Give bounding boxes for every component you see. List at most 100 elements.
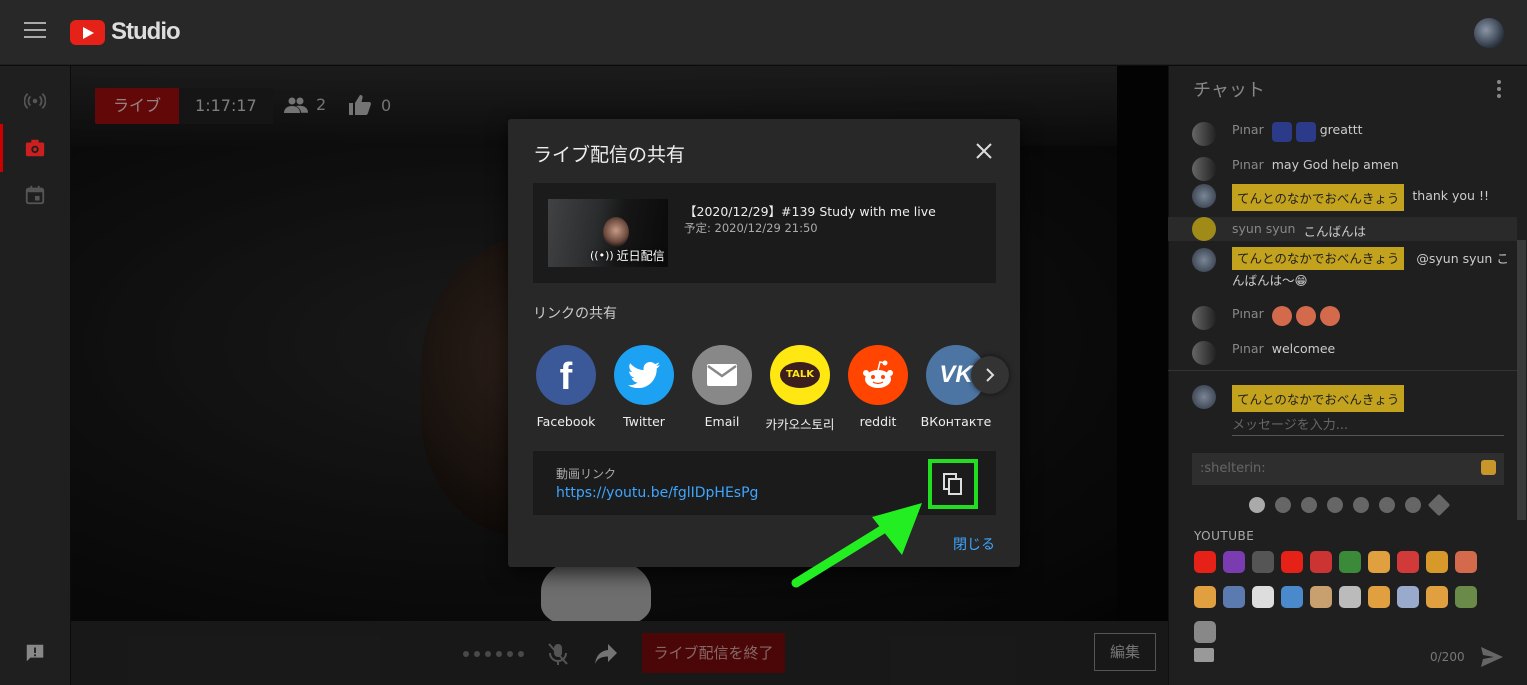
share-facebook[interactable]: f Facebook xyxy=(527,345,605,429)
composer-author: てんとのなかでおべんきょう xyxy=(1232,385,1405,412)
chat-message-input[interactable]: メッセージを入力... xyxy=(1232,414,1504,436)
avatar xyxy=(1192,217,1216,241)
emoji-icon[interactable] xyxy=(1455,586,1477,608)
emoji-icon[interactable] xyxy=(1252,551,1274,573)
more-vert-icon[interactable] xyxy=(1497,80,1501,101)
account-avatar[interactable] xyxy=(1474,18,1504,48)
share-section-label: リンクの共有 xyxy=(533,306,617,322)
emoji-section-label: YOUTUBE xyxy=(1194,529,1255,543)
emoji-icon[interactable] xyxy=(1194,621,1216,643)
emoji-search-input[interactable]: :shelterin: xyxy=(1192,453,1504,485)
emoji-icon[interactable] xyxy=(1368,551,1390,573)
youtube-emoji-icon[interactable] xyxy=(1281,551,1303,573)
emoji-icon xyxy=(1319,306,1340,326)
chat-text: may God help amen xyxy=(1271,157,1399,172)
share-next-button[interactable] xyxy=(971,356,1009,394)
upcoming-label: 近日配信 xyxy=(616,249,665,263)
share-email[interactable]: Email xyxy=(683,345,761,429)
emoji-icon[interactable] xyxy=(1426,586,1448,608)
studio-logo[interactable]: Studio xyxy=(70,18,181,46)
chat-author: Pınar xyxy=(1232,122,1264,137)
emoji-icon xyxy=(1295,306,1316,326)
chat-text: welcomee xyxy=(1271,341,1336,356)
share-label: ВКонтакте xyxy=(920,414,992,429)
share-label: 카카오스토리 xyxy=(765,417,835,432)
chat-message: syun syun こんばんは xyxy=(1168,217,1517,241)
people-category-icon[interactable] xyxy=(1249,497,1265,513)
heart-emoji-icon[interactable] xyxy=(1397,551,1419,573)
logo-text: Studio xyxy=(111,18,181,45)
avatar xyxy=(1192,184,1216,208)
emoji-icon[interactable] xyxy=(1310,586,1332,608)
avatar xyxy=(1192,248,1216,272)
chat-scrollbar[interactable] xyxy=(1517,240,1526,520)
chat-author: syun syun xyxy=(1232,221,1296,236)
emoji-icon[interactable] xyxy=(1194,586,1216,608)
emoji-search-icon[interactable] xyxy=(1481,460,1496,475)
emoji-icon[interactable] xyxy=(1368,586,1390,608)
avatar xyxy=(1192,122,1216,146)
sparkle-emoji-icon xyxy=(1295,122,1316,142)
chat-text: こんばんは xyxy=(1303,224,1366,239)
annotation-arrow-icon xyxy=(791,503,922,588)
emoji-icon[interactable] xyxy=(1455,551,1477,573)
chat-message: Pınar welcomee xyxy=(1168,341,1517,365)
share-twitter[interactable]: Twitter xyxy=(605,345,683,429)
cake-category-icon[interactable] xyxy=(1327,497,1343,513)
share-kakaostory[interactable]: TALK 카카오스토리 xyxy=(761,345,839,433)
keyboard-icon[interactable] xyxy=(1194,648,1214,662)
chat-message: Pınar greattt xyxy=(1168,122,1517,146)
video-link-label: 動画リンク xyxy=(556,467,617,481)
chat-message: てんとのなかでおべんきょう @syun syun こんばんは〜😁 xyxy=(1168,247,1517,292)
emoji-icon[interactable] xyxy=(1223,551,1245,573)
emoji-icon[interactable] xyxy=(1281,586,1303,608)
sparkle-emoji-icon xyxy=(1271,122,1292,142)
emoji-icon[interactable] xyxy=(1223,586,1245,608)
calendar-icon[interactable] xyxy=(24,184,46,206)
emoji-icon[interactable] xyxy=(1252,586,1274,608)
close-dialog-button[interactable]: 閉じる xyxy=(953,534,995,554)
emoji-grid xyxy=(1194,551,1514,656)
feedback-icon[interactable] xyxy=(24,642,46,664)
youtube-emoji-icon[interactable] xyxy=(1194,551,1216,573)
share-label: Email xyxy=(704,414,740,429)
chat-author: Pınar xyxy=(1232,341,1264,356)
emoji-icon[interactable] xyxy=(1339,586,1361,608)
bulb-category-icon[interactable] xyxy=(1405,497,1421,513)
emoji-icon[interactable] xyxy=(1397,586,1419,608)
sidebar-active-indicator xyxy=(0,124,3,172)
divider xyxy=(1168,370,1517,371)
chat-message: Pınar may God help amen xyxy=(1168,157,1517,181)
twitter-icon xyxy=(614,345,674,405)
reddit-icon xyxy=(848,345,908,405)
menu-icon[interactable] xyxy=(24,22,46,40)
send-icon[interactable] xyxy=(1481,647,1503,667)
facebook-icon: f xyxy=(536,345,596,405)
share-label: Facebook xyxy=(536,414,596,429)
char-counter: 0/200 xyxy=(1430,650,1465,664)
ball-category-icon[interactable] xyxy=(1379,497,1395,513)
car-category-icon[interactable] xyxy=(1353,497,1369,513)
diamond-category-icon[interactable] xyxy=(1427,493,1451,517)
emoji-icon[interactable] xyxy=(1310,551,1332,573)
copy-link-button[interactable] xyxy=(928,459,978,509)
broadcast-icon: ((•)) xyxy=(590,249,614,262)
chat-author: てんとのなかでおべんきょう xyxy=(1232,247,1405,270)
gear-category-icon[interactable] xyxy=(1301,497,1317,513)
video-link-url[interactable]: https://youtu.be/fglIDpHEsPg xyxy=(556,485,758,501)
share-reddit[interactable]: reddit xyxy=(839,345,917,429)
youtube-logo-icon xyxy=(70,19,105,45)
stream-schedule: 予定: 2020/12/29 21:50 xyxy=(684,221,818,235)
close-icon[interactable] xyxy=(974,141,994,161)
kakaotalk-icon: TALK xyxy=(770,345,830,405)
emoji-icon[interactable] xyxy=(1339,551,1361,573)
chat-author: Pınar xyxy=(1232,306,1264,321)
email-icon xyxy=(692,345,752,405)
emoji-icon[interactable] xyxy=(1426,551,1448,573)
avatar xyxy=(1192,385,1216,409)
smile-category-icon[interactable] xyxy=(1275,497,1291,513)
emoji-category-tabs[interactable] xyxy=(1249,493,1451,517)
chevron-right-icon xyxy=(986,368,995,382)
camera-icon[interactable] xyxy=(24,137,46,159)
broadcast-icon[interactable] xyxy=(24,90,46,112)
